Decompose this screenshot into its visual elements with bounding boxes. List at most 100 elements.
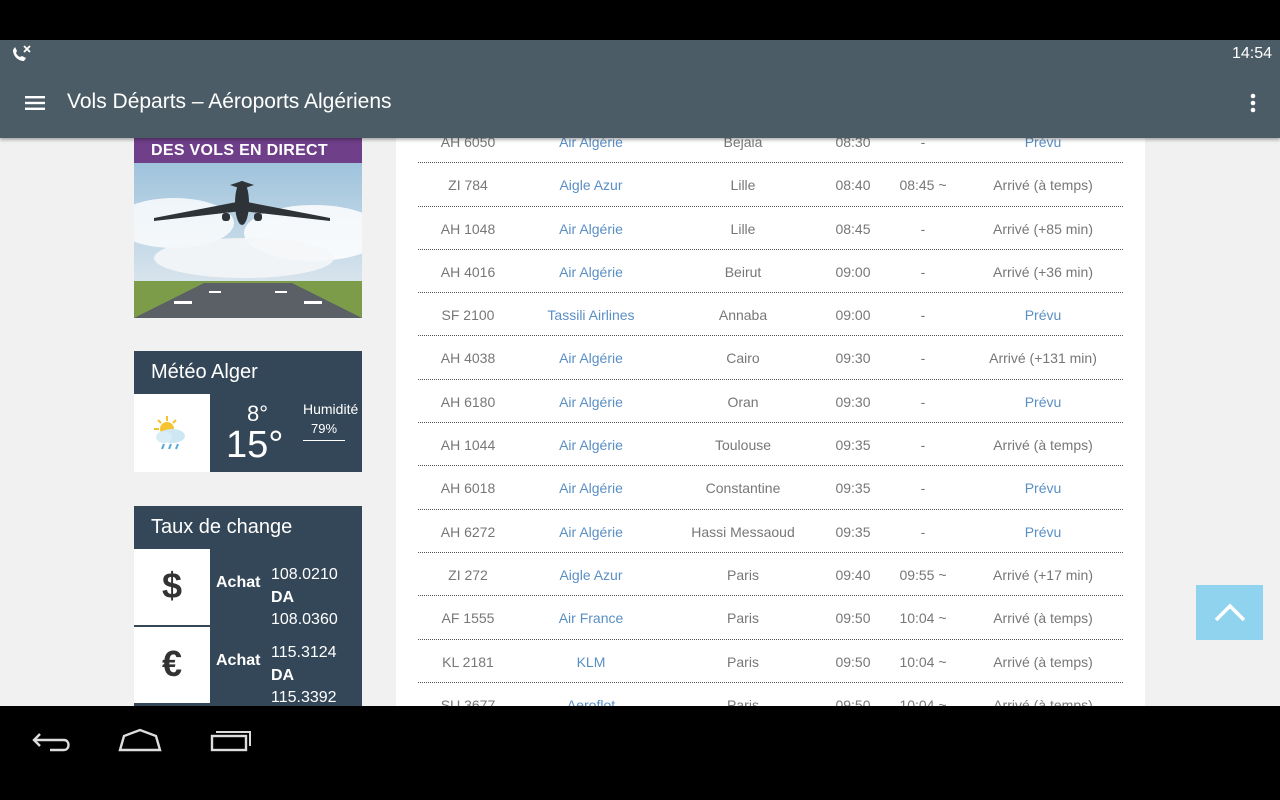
scheduled-time: 09:40 (835, 566, 871, 583)
airline-link[interactable]: Air Algérie (531, 394, 651, 410)
flight-number: ZI 272 (448, 566, 488, 583)
flight-row[interactable]: SF 2100 Tassili Airlines Annaba 09:00 - Prévu (418, 293, 1123, 337)
more-vertical-icon[interactable] (1248, 90, 1258, 116)
airline-link[interactable]: Air Algérie (531, 437, 651, 453)
airline-link[interactable]: Aeroflot (531, 697, 651, 706)
actual-time: 10:04 ~ (899, 653, 947, 670)
scheduled-time: 09:50 (835, 610, 871, 627)
exchange-label: Achat (216, 652, 261, 669)
page-title: Vols Départs – Aéroports Algériens (67, 90, 392, 113)
back-icon[interactable] (30, 724, 74, 754)
scheduled-time: 09:35 (835, 437, 871, 454)
scheduled-time: 08:45 (835, 220, 871, 237)
airline-link[interactable]: Air Algérie (531, 524, 651, 540)
flight-status: Arrivé (+85 min) (993, 220, 1093, 237)
scheduled-time: 08:30 (835, 138, 871, 150)
airline-link[interactable]: Tassili Airlines (531, 307, 651, 323)
flights-list[interactable]: AH 6050 Air Algérie Bejaia 08:30 - Prévu ZI 78… (396, 138, 1145, 706)
actual-time: - (920, 523, 926, 540)
flight-row[interactable]: AH 4038 Air Algérie Cairo 09:30 - Arrivé (+13… (418, 336, 1123, 380)
scheduled-time: 09:50 (835, 653, 871, 670)
actual-time: - (920, 350, 926, 367)
scheduled-time: 09:50 (835, 696, 871, 706)
flight-row[interactable]: AH 1048 Air Algérie Lille 08:45 - Arrivé (+85… (418, 207, 1123, 250)
flight-number: AH 1048 (440, 220, 496, 237)
actual-time: - (920, 437, 926, 454)
weather-widget[interactable]: Météo Alger 8° 15° Humidité 79% (134, 351, 362, 472)
banner-strip: DES VOLS EN DIRECT (134, 138, 362, 163)
flight-number: AH 6050 (440, 138, 496, 150)
airline-link[interactable]: Air Algérie (531, 138, 651, 150)
recent-apps-icon[interactable] (208, 724, 252, 754)
exchange-row-usd: $ Achat 108.0210 DA 108.0360 (134, 549, 362, 625)
airline-link[interactable]: Air Algérie (531, 264, 651, 280)
destination: Constantine (705, 480, 781, 497)
exchange-row-eur: € Achat 115.3124 DA 115.3392 (134, 627, 362, 703)
euro-icon: € (134, 627, 210, 703)
flight-row[interactable]: AH 6050 Air Algérie Bejaia 08:30 - Prévu (418, 138, 1123, 164)
chevron-up-icon (1214, 603, 1246, 622)
airline-link[interactable]: Air Algérie (531, 480, 651, 496)
flight-row[interactable]: AH 4016 Air Algérie Beirut 09:00 - Arrivé (+3… (418, 250, 1123, 294)
actual-time: - (920, 138, 926, 150)
flight-status: Prévu (1024, 480, 1062, 497)
actual-time: - (920, 307, 926, 324)
flight-status: Prévu (1024, 138, 1062, 150)
main-content[interactable]: DES VOLS EN DIRECT Météo Alger 8° 15° Hu… (0, 138, 1280, 706)
airline-link[interactable]: Aigle Azur (531, 177, 651, 193)
scheduled-time: 08:40 (835, 177, 871, 194)
airline-link[interactable]: Air France (531, 610, 651, 626)
actual-time: - (920, 220, 926, 237)
scheduled-time: 09:00 (835, 263, 871, 280)
flight-status: Arrivé (+131 min) (989, 350, 1097, 367)
flight-row[interactable]: KL 2181 KLM Paris 09:50 10:04 ~ Arrivé (à tem… (418, 640, 1123, 683)
exchange-next-value: 115.3392 (271, 689, 337, 703)
scheduled-time: 09:35 (835, 523, 871, 540)
actual-time: 08:45 ~ (899, 177, 947, 194)
flight-row[interactable]: AH 6018 Air Algérie Constantine 09:35 - Prévu (418, 466, 1123, 510)
exchange-unit: DA (271, 667, 295, 684)
exchange-rate: 108.0210 (271, 566, 338, 583)
screen: 14:54 Vols Départs – Aéroports Algériens… (0, 0, 1280, 800)
destination: Lille (730, 177, 756, 194)
scheduled-time: 09:35 (835, 480, 871, 497)
airline-link[interactable]: Air Algérie (531, 350, 651, 366)
scheduled-time: 09:00 (835, 307, 871, 324)
flight-row[interactable]: AH 1044 Air Algérie Toulouse 09:35 - Arrivé (… (418, 423, 1123, 467)
airline-link[interactable]: KLM (531, 654, 651, 670)
flight-number: ZI 784 (448, 177, 488, 194)
flight-number: SF 2100 (441, 307, 495, 324)
flight-status: Prévu (1024, 393, 1062, 410)
flight-status: Arrivé (+17 min) (993, 566, 1093, 583)
system-nav-bar (0, 706, 1280, 800)
destination: Paris (727, 696, 759, 706)
flight-row[interactable]: ZI 272 Aigle Azur Paris 09:40 09:55 ~ Arrivé … (418, 553, 1123, 597)
exchange-value: 115.3124 DA (271, 641, 337, 687)
exchange-widget[interactable]: Taux de change $ Achat 108.0210 DA 108.03… (134, 506, 362, 706)
airplane-takeoff-image (134, 163, 362, 318)
flight-status: Arrivé (+36 min) (993, 263, 1093, 280)
airline-link[interactable]: Air Algérie (531, 221, 651, 237)
scroll-to-top-button[interactable] (1196, 585, 1263, 640)
flight-row[interactable]: ZI 784 Aigle Azur Lille 08:40 08:45 ~ Arrivé … (418, 163, 1123, 207)
live-flights-banner[interactable]: DES VOLS EN DIRECT (134, 138, 362, 318)
weather-icon-box (134, 394, 210, 472)
flight-row[interactable]: AF 1555 Air France Paris 09:50 10:04 ~ Arrivé… (418, 596, 1123, 640)
destination: Bejaia (723, 138, 763, 150)
flight-row[interactable]: AH 6272 Air Algérie Hassi Messaoud 09:35 - Pr… (418, 510, 1123, 553)
airline-link[interactable]: Aigle Azur (531, 567, 651, 583)
scheduled-time: 09:30 (835, 393, 871, 410)
humidity-label: Humidité (303, 401, 359, 417)
flight-row[interactable]: AH 6180 Air Algérie Oran 09:30 - Prévu (418, 380, 1123, 424)
destination: Paris (727, 610, 759, 627)
flight-row[interactable]: SU 3677 Aeroflot Paris 09:50 10:04 ~ Arrivé (… (418, 683, 1123, 706)
hamburger-menu-icon[interactable] (22, 90, 48, 116)
destination: Hassi Messaoud (691, 523, 795, 540)
destination: Beirut (724, 263, 762, 280)
status-clock: 14:54 (1231, 45, 1272, 62)
flight-number: AH 4016 (440, 263, 496, 280)
temp-high: 15° (226, 424, 284, 466)
home-icon[interactable] (118, 724, 162, 754)
exchange-rate: 115.3124 (271, 644, 337, 661)
exchange-next-value: 108.0360 (271, 611, 338, 625)
